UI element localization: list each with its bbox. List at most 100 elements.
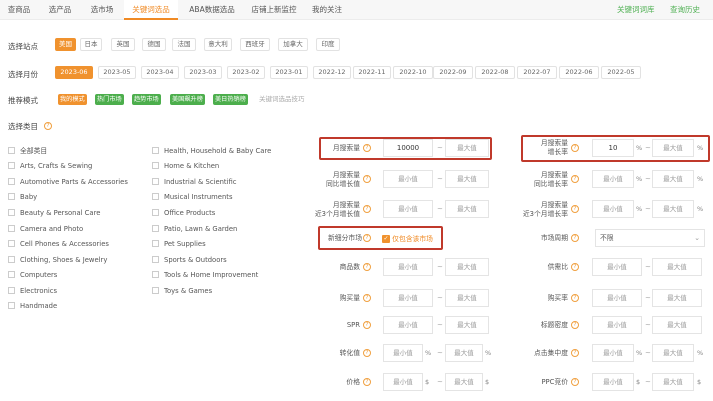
site-de[interactable]: 德国 xyxy=(142,38,166,51)
keyword-library-link[interactable]: 关键词词库 xyxy=(617,0,655,20)
month-2022-11[interactable]: 2022-11 xyxy=(353,66,391,79)
category-item[interactable]: Computers xyxy=(8,270,57,280)
avg3-rate-min[interactable]: 最小值 xyxy=(592,200,634,218)
click-share-max[interactable]: 最大值 xyxy=(652,344,694,362)
category-item[interactable]: Toys & Games xyxy=(152,286,212,296)
category-item[interactable]: Electronics xyxy=(8,286,57,296)
help-icon[interactable]: ? xyxy=(363,378,371,386)
help-icon[interactable]: ? xyxy=(571,205,579,213)
site-it[interactable]: 意大利 xyxy=(204,38,232,51)
monthly-search-max[interactable]: 最大值 xyxy=(445,139,489,157)
search-growth-min[interactable]: 10 xyxy=(592,139,634,157)
category-item[interactable]: Cell Phones & Accessories xyxy=(8,239,109,249)
month-2022-06[interactable]: 2022-06 xyxy=(559,66,599,79)
mode-us-rising[interactable]: 美国飙升榜 xyxy=(170,94,205,105)
purchase-rate-max[interactable]: 最大值 xyxy=(652,289,702,307)
help-icon[interactable]: ? xyxy=(363,234,371,242)
category-item[interactable]: Camera and Photo xyxy=(8,224,83,234)
category-item[interactable]: Arts, Crafts & Sewing xyxy=(8,161,92,171)
mode-trend-market[interactable]: 趋势市场 xyxy=(132,94,161,105)
tab-select-market[interactable]: 选市场 xyxy=(82,0,122,20)
help-icon[interactable]: ? xyxy=(363,263,371,271)
site-fr[interactable]: 法国 xyxy=(172,38,196,51)
category-item[interactable]: Clothing, Shoes & Jewelry xyxy=(8,255,107,265)
query-history-link[interactable]: 查询历史 xyxy=(670,0,700,20)
conversion-min[interactable]: 最小值 xyxy=(383,344,423,362)
month-2022-10[interactable]: 2022-10 xyxy=(393,66,433,79)
category-item[interactable]: Sports & Outdoors xyxy=(152,255,227,265)
month-2022-07[interactable]: 2022-07 xyxy=(517,66,557,79)
price-min[interactable]: 最小值 xyxy=(383,373,423,391)
ppc-max[interactable]: 最大值 xyxy=(652,373,694,391)
yoy-rate-min[interactable]: 最小值 xyxy=(592,170,634,188)
market-cycle-select[interactable]: 不限 ⌄ xyxy=(595,229,705,247)
avg3-max[interactable]: 最大值 xyxy=(445,200,489,218)
mode-us-jp-hot[interactable]: 美日热销榜 xyxy=(213,94,248,105)
category-item[interactable]: Handmade xyxy=(8,301,57,311)
purchase-count-max[interactable]: 最大值 xyxy=(445,289,489,307)
tab-my-follow[interactable]: 我的关注 xyxy=(304,0,350,20)
tab-store-monitor[interactable]: 店铺上新监控 xyxy=(246,0,302,20)
purchase-rate-min[interactable]: 最小值 xyxy=(592,289,642,307)
category-item[interactable]: Musical Instruments xyxy=(152,192,233,202)
help-icon[interactable]: ? xyxy=(363,321,371,329)
help-icon[interactable]: ? xyxy=(363,294,371,302)
category-item[interactable]: Tools & Home Improvement xyxy=(152,270,258,280)
yoy-min[interactable]: 最小值 xyxy=(383,170,433,188)
help-icon[interactable]: ? xyxy=(571,349,579,357)
site-uk[interactable]: 英国 xyxy=(111,38,135,51)
product-count-min[interactable]: 最小值 xyxy=(383,258,433,276)
category-item[interactable]: Office Products xyxy=(152,208,215,218)
supply-ratio-min[interactable]: 最小值 xyxy=(592,258,642,276)
month-2023-02[interactable]: 2023-02 xyxy=(227,66,265,79)
purchase-count-min[interactable]: 最小值 xyxy=(383,289,433,307)
category-item[interactable]: Patio, Lawn & Garden xyxy=(152,224,237,234)
tab-select-product[interactable]: 选产品 xyxy=(40,0,80,20)
month-2022-08[interactable]: 2022-08 xyxy=(475,66,515,79)
supply-ratio-max[interactable]: 最大值 xyxy=(652,258,702,276)
month-2023-03[interactable]: 2023-03 xyxy=(184,66,222,79)
month-2023-01[interactable]: 2023-01 xyxy=(270,66,308,79)
month-2023-05[interactable]: 2023-05 xyxy=(98,66,136,79)
category-item[interactable]: 全部类目 xyxy=(8,146,47,156)
month-2022-09[interactable]: 2022-09 xyxy=(433,66,473,79)
avg3-rate-max[interactable]: 最大值 xyxy=(652,200,694,218)
site-es[interactable]: 西班牙 xyxy=(240,38,270,51)
month-2023-06[interactable]: 2023-06 xyxy=(55,66,93,79)
category-item[interactable]: Health, Household & Baby Care xyxy=(152,146,271,156)
site-us[interactable]: 美国 xyxy=(55,38,76,51)
site-in[interactable]: 印度 xyxy=(316,38,340,51)
title-density-max[interactable]: 最大值 xyxy=(652,316,702,334)
monthly-search-min[interactable]: 10000 xyxy=(383,139,433,157)
help-icon[interactable]: ? xyxy=(363,175,371,183)
search-growth-max[interactable]: 最大值 xyxy=(652,139,694,157)
help-icon[interactable]: ? xyxy=(571,144,579,152)
month-2022-12[interactable]: 2022-12 xyxy=(313,66,351,79)
help-icon[interactable]: ? xyxy=(571,234,579,242)
month-2023-04[interactable]: 2023-04 xyxy=(141,66,179,79)
tab-keyword-selection[interactable]: 关键词选品 xyxy=(124,0,178,20)
help-icon[interactable]: ? xyxy=(571,378,579,386)
help-icon[interactable]: ? xyxy=(44,122,52,130)
site-jp[interactable]: 日本 xyxy=(80,38,102,51)
click-share-min[interactable]: 最小值 xyxy=(592,344,634,362)
help-icon[interactable]: ? xyxy=(571,294,579,302)
month-2022-05[interactable]: 2022-05 xyxy=(601,66,641,79)
category-item[interactable]: Beauty & Personal Care xyxy=(8,208,100,218)
help-icon[interactable]: ? xyxy=(363,144,371,152)
mode-hot-market[interactable]: 热门市场 xyxy=(95,94,124,105)
ppc-min[interactable]: 最小值 xyxy=(592,373,634,391)
tab-check-product[interactable]: 查商品 xyxy=(0,0,38,20)
title-density-min[interactable]: 最小值 xyxy=(592,316,642,334)
help-icon[interactable]: ? xyxy=(363,205,371,213)
spr-max[interactable]: 最大值 xyxy=(445,316,489,334)
yoy-rate-max[interactable]: 最大值 xyxy=(652,170,694,188)
category-item[interactable]: Automotive Parts & Accessories xyxy=(8,177,128,187)
help-icon[interactable]: ? xyxy=(571,175,579,183)
help-icon[interactable]: ? xyxy=(571,263,579,271)
tab-aba-selection[interactable]: ABA数据选品 xyxy=(180,0,244,20)
yoy-max[interactable]: 最大值 xyxy=(445,170,489,188)
category-item[interactable]: Pet Supplies xyxy=(152,239,206,249)
site-ca[interactable]: 加拿大 xyxy=(278,38,308,51)
new-market-checkbox[interactable]: ✓ 仅包含该市场 xyxy=(382,233,433,243)
